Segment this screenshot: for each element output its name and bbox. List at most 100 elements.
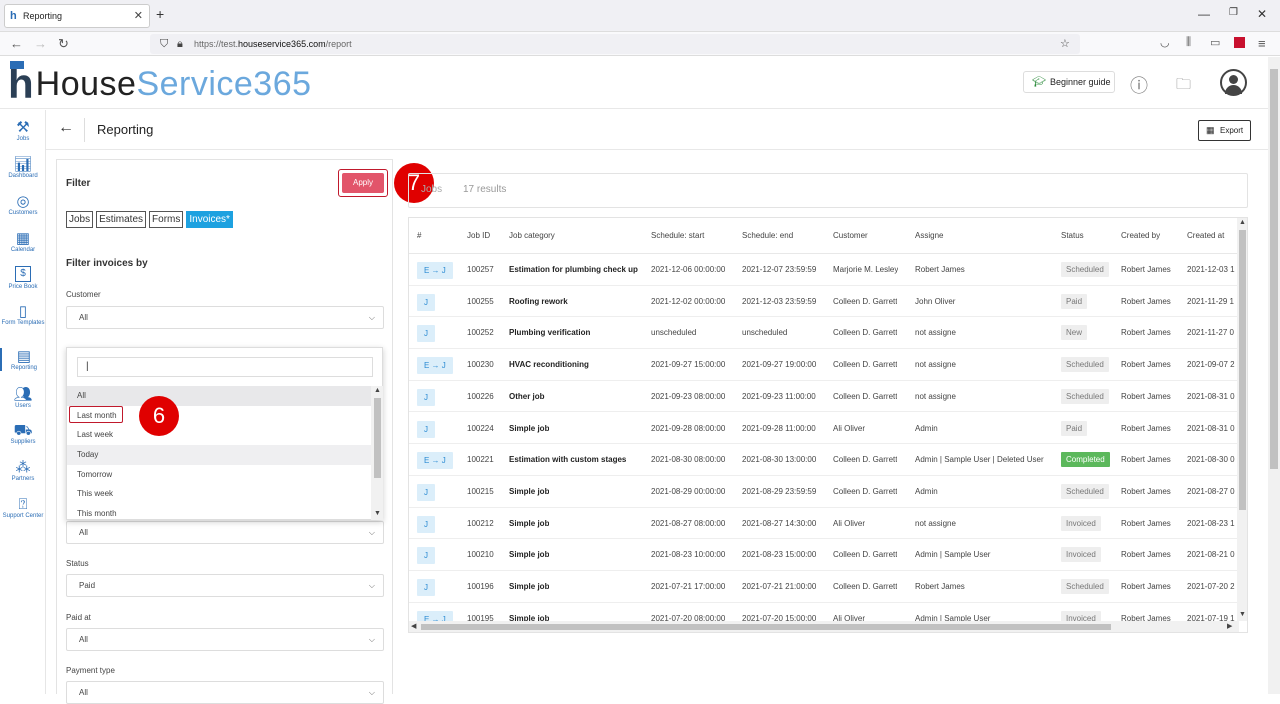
- job-type-badge[interactable]: E → J: [417, 452, 453, 470]
- column-header[interactable]: Schedule: start: [651, 231, 704, 240]
- table-row[interactable]: J 100252 Plumbing verification unscheduled u…: [409, 317, 1239, 350]
- menu-icon[interactable]: ≡: [1258, 36, 1266, 51]
- scroll-right-icon[interactable]: ▶: [1227, 622, 1232, 630]
- tab-invoices[interactable]: Invoices*: [186, 211, 233, 228]
- bookmark-star-icon[interactable]: ☆: [1060, 34, 1070, 54]
- tab-forms[interactable]: Forms: [149, 211, 184, 228]
- tab-jobs[interactable]: Jobs: [66, 211, 94, 228]
- sidebar-item-suppliers[interactable]: ⛟ Suppliers: [0, 422, 46, 445]
- forward-icon[interactable]: →: [34, 36, 47, 51]
- table-row[interactable]: J 100212 Simple job 2021-08-27 08:00:00 2021…: [409, 508, 1239, 540]
- new-tab-icon[interactable]: +: [156, 6, 164, 22]
- column-header[interactable]: Created at: [1187, 231, 1224, 240]
- page-scrollbar[interactable]: [1268, 57, 1280, 694]
- job-type-badge[interactable]: J: [417, 293, 435, 311]
- minimize-icon[interactable]: —: [1198, 7, 1210, 21]
- reload-icon[interactable]: ↻: [58, 36, 69, 52]
- sidebar-item-dashboard[interactable]: 📊︎ Dashboard: [0, 156, 46, 179]
- user-avatar-icon[interactable]: [1220, 69, 1247, 96]
- table-row[interactable]: E → J 100221 Estimation with custom stages…: [409, 444, 1239, 476]
- option-today[interactable]: Today: [67, 445, 372, 465]
- apply-button[interactable]: Apply: [342, 173, 384, 193]
- browser-tab[interactable]: h Reporting ✕: [4, 4, 150, 28]
- scroll-down-icon[interactable]: ▼: [374, 510, 381, 517]
- table-scroll-thumb[interactable]: [1239, 230, 1246, 510]
- address-bar[interactable]: ⛉ 🔒︎ https://test.houseservice365.com/re…: [150, 34, 1080, 54]
- close-tab-icon[interactable]: ✕: [134, 9, 143, 22]
- library-icon[interactable]: ⫼: [1186, 36, 1191, 49]
- status-select[interactable]: Paid ⌵: [66, 574, 384, 597]
- job-type-badge[interactable]: J: [417, 547, 435, 565]
- column-header[interactable]: Job ID: [467, 231, 490, 240]
- job-type-badge[interactable]: J: [417, 420, 435, 438]
- job-type-badge[interactable]: J: [417, 515, 435, 533]
- back-arrow-icon[interactable]: ←: [58, 119, 74, 137]
- table-row[interactable]: J 100226 Other job 2021-09-23 08:00:00 2021-…: [409, 381, 1239, 413]
- table-row[interactable]: J 100224 Simple job 2021-09-28 08:00:00 2021…: [409, 413, 1239, 445]
- sidebar-item-form-templates[interactable]: ▯ Form Templates: [0, 303, 46, 326]
- job-type-badge[interactable]: J: [417, 325, 435, 343]
- table-vertical-scrollbar[interactable]: ▲ ▼: [1237, 218, 1247, 621]
- table-row[interactable]: J 100255 Roofing rework 2021-12-02 00:00:00…: [409, 286, 1239, 318]
- tab-estimates[interactable]: Estimates: [96, 211, 147, 228]
- option-this-week[interactable]: This week: [67, 484, 372, 504]
- payment-type-select[interactable]: All ⌵: [66, 681, 384, 704]
- customer-select[interactable]: All ⌵: [66, 306, 384, 329]
- scroll-down-icon[interactable]: ▼: [1239, 611, 1246, 618]
- scroll-up-icon[interactable]: ▲: [1239, 219, 1246, 226]
- cell-cat: Simple job: [509, 423, 550, 433]
- paid-at-select[interactable]: All ⌵: [66, 628, 384, 651]
- sidebar-item-reporting[interactable]: ▤ Reporting: [0, 348, 46, 371]
- column-header[interactable]: Customer: [833, 231, 868, 240]
- column-header[interactable]: Created by: [1121, 231, 1160, 240]
- table-row[interactable]: J 100196 Simple job 2021-07-21 17:00:00 2021…: [409, 571, 1239, 603]
- close-window-icon[interactable]: ✕: [1257, 7, 1267, 21]
- dropdown-scroll-thumb[interactable]: [374, 398, 381, 478]
- date-select[interactable]: All ⌵: [66, 521, 384, 544]
- scroll-left-icon[interactable]: ◀: [411, 622, 416, 630]
- column-header[interactable]: Status: [1061, 231, 1084, 240]
- option-tomorrow[interactable]: Tomorrow: [67, 465, 372, 485]
- column-header[interactable]: #: [417, 231, 421, 240]
- export-button[interactable]: ▦ Export: [1198, 120, 1251, 141]
- sidebar-item-partners[interactable]: ⁂ Partners: [0, 459, 46, 482]
- job-type-badge[interactable]: J: [417, 483, 435, 501]
- dropdown-search-input[interactable]: |: [77, 357, 373, 377]
- folder-icon[interactable]: 🗀: [1176, 74, 1191, 99]
- sidebar-toggle-icon[interactable]: ▭: [1210, 36, 1220, 49]
- sidebar-item-jobs[interactable]: ⚒ Jobs: [0, 119, 46, 142]
- option-last-week[interactable]: Last week: [67, 425, 372, 445]
- extension-icon[interactable]: [1234, 37, 1245, 48]
- sidebar-item-customers[interactable]: ◎ Customers: [0, 193, 46, 216]
- table-row[interactable]: J 100210 Simple job 2021-08-23 10:00:00 2021…: [409, 539, 1239, 571]
- dropdown-scrollbar[interactable]: ▲ ▼: [371, 386, 383, 520]
- option-this-month[interactable]: This month: [67, 504, 372, 520]
- table-hscroll-thumb[interactable]: [421, 624, 1111, 630]
- job-type-badge[interactable]: E → J: [417, 357, 453, 375]
- job-type-badge[interactable]: J: [417, 579, 435, 596]
- column-header[interactable]: Assigne: [915, 231, 943, 240]
- houseservice365-logo[interactable]: h House Service365: [8, 61, 312, 105]
- table-row[interactable]: J 100215 Simple job 2021-08-29 00:00:00 2021…: [409, 476, 1239, 508]
- sidebar-item-calendar[interactable]: ▦ Calendar: [0, 230, 46, 253]
- help-circle-icon[interactable]: ⓘ: [1130, 72, 1148, 98]
- sidebar-item-users[interactable]: 👥︎ Users: [0, 386, 46, 409]
- table-row[interactable]: E → J 100257 Estimation for plumbing check…: [409, 254, 1239, 286]
- restore-icon[interactable]: ❐: [1229, 7, 1238, 18]
- column-header[interactable]: Job category: [509, 231, 555, 240]
- column-header[interactable]: Schedule: end: [742, 231, 793, 240]
- filter-type-tabs: Jobs Estimates Forms Invoices*: [66, 211, 233, 228]
- sidebar-item-support-center[interactable]: ⍰ Support Center: [0, 496, 46, 519]
- option-all[interactable]: All: [67, 386, 372, 406]
- table-horizontal-scrollbar[interactable]: ◀ ▶: [409, 621, 1239, 632]
- sidebar-item-price-book[interactable]: $ Price Book: [0, 266, 46, 290]
- results-tab-jobs[interactable]: Jobs: [421, 184, 442, 195]
- job-type-badge[interactable]: E → J: [417, 262, 453, 279]
- beginner-guide-button[interactable]: 🎓︎ Beginner guide: [1023, 71, 1115, 93]
- pocket-icon[interactable]: ◡: [1160, 36, 1170, 49]
- scroll-up-icon[interactable]: ▲: [374, 387, 381, 394]
- job-type-badge[interactable]: J: [417, 388, 435, 406]
- table-row[interactable]: E → J 100230 HVAC reconditioning 2021-09-27…: [409, 349, 1239, 381]
- back-icon[interactable]: ←: [10, 36, 23, 51]
- page-scroll-thumb[interactable]: [1270, 69, 1278, 469]
